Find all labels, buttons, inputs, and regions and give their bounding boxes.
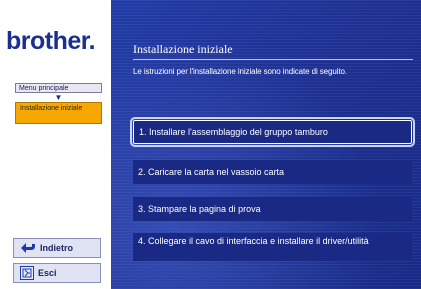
back-arrow-icon — [20, 241, 36, 255]
step-1-button[interactable]: 1. Installare l'assemblaggio del gruppo … — [130, 117, 415, 147]
step-2-button[interactable]: 2. Caricare la carta nel vassoio carta — [133, 160, 412, 184]
step-2-label: 2. Caricare la carta nel vassoio carta — [138, 167, 285, 177]
step-1-label: 1. Installare l'assemblaggio del gruppo … — [139, 127, 328, 137]
breadcrumb: Menu principale ▼ Installazione iniziale — [15, 83, 102, 124]
exit-door-icon — [20, 266, 34, 280]
down-arrow-icon: ▼ — [54, 93, 63, 102]
title-divider — [133, 59, 413, 60]
brother-logo: brother. — [6, 27, 96, 55]
step-4-label: 4. Collegare il cavo di interfaccia e in… — [138, 236, 369, 246]
step-3-button[interactable]: 3. Stampare la pagina di prova — [133, 197, 412, 221]
back-button-label: Indietro — [40, 243, 73, 253]
sidebar: brother. Menu principale ▼ Installazione… — [0, 0, 111, 289]
exit-button[interactable]: Esci — [13, 263, 101, 283]
page-subtitle: Le istruzioni per l'installazione inizia… — [133, 67, 347, 76]
back-button[interactable]: Indietro — [13, 238, 101, 258]
breadcrumb-menu-principale[interactable]: Menu principale — [15, 83, 102, 93]
main-panel: Installazione iniziale Le istruzioni per… — [111, 0, 421, 289]
breadcrumb-current: Installazione iniziale — [15, 102, 102, 124]
exit-button-label: Esci — [38, 268, 57, 278]
page-title: Installazione iniziale — [133, 42, 233, 56]
step-4-button[interactable]: 4. Collegare il cavo di interfaccia e in… — [133, 233, 412, 261]
step-3-label: 3. Stampare la pagina di prova — [138, 204, 261, 214]
